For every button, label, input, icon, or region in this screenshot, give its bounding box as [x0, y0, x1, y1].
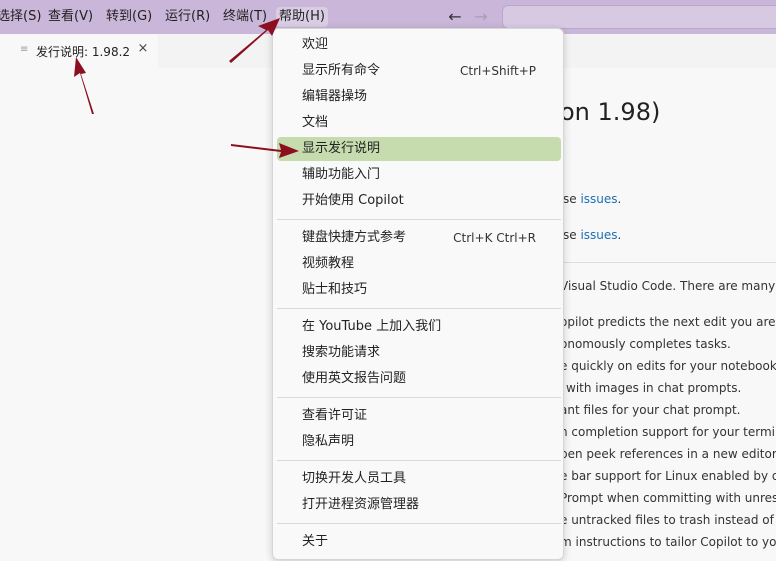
menu-item-about[interactable]: 关于: [277, 530, 561, 554]
menu-item-label: 隐私声明: [302, 434, 355, 449]
menu-separator: [277, 308, 561, 309]
menu-item-label: 打开进程资源管理器: [302, 497, 420, 512]
menu-help[interactable]: 帮助(H): [276, 7, 328, 27]
menu-item-label: 编辑器操场: [302, 89, 368, 104]
menu-separator: [277, 523, 561, 524]
doc-line: onomously completes tasks.: [560, 337, 731, 351]
menu-run[interactable]: 运行(R): [162, 7, 213, 27]
menu-item-open-process-explorer[interactable]: 打开进程资源管理器: [277, 493, 561, 517]
command-center-search[interactable]: [502, 5, 776, 29]
menu-item-label: 视频教程: [302, 256, 355, 271]
menu-item-label: 开始使用 Copilot: [302, 193, 404, 208]
issues-link[interactable]: issues: [580, 192, 617, 206]
menu-item-show-release-notes[interactable]: 显示发行说明: [277, 137, 561, 161]
doc-line: e untracked files to trash instead of d: [560, 513, 776, 527]
document-icon: ≡: [20, 44, 29, 55]
menu-item-documentation[interactable]: 文档: [277, 111, 561, 135]
menu-item-welcome[interactable]: 欢迎: [277, 33, 561, 57]
tab-label: 发行说明: 1.98.2: [36, 45, 131, 59]
doc-text: .: [617, 228, 622, 242]
menu-item-label: 文档: [302, 115, 329, 130]
menu-item-report-issue-english[interactable]: 使用英文报告问题: [277, 367, 561, 391]
menu-item-shortcut: Ctrl+Shift+P: [460, 64, 536, 78]
menu-separator: [277, 460, 561, 461]
menu-separator: [277, 219, 561, 220]
menu-item-label: 搜索功能请求: [302, 345, 381, 360]
doc-line: Prompt when committing with unreso: [560, 491, 776, 505]
menu-item-tips-and-tricks[interactable]: 贴士和技巧: [277, 278, 561, 302]
help-menu-dropdown: 欢迎 显示所有命令 Ctrl+Shift+P 编辑器操场 文档 显示发行说明 辅…: [272, 28, 564, 560]
menu-item-search-feature-requests[interactable]: 搜索功能请求: [277, 341, 561, 365]
doc-line: pen peek references in a new editor.: [560, 447, 776, 461]
menu-item-show-all-commands[interactable]: 显示所有命令 Ctrl+Shift+P: [277, 59, 561, 83]
issues-link[interactable]: issues: [580, 228, 617, 242]
menu-item-label: 显示所有命令: [302, 63, 381, 78]
close-icon[interactable]: ×: [136, 42, 150, 56]
menu-item-label: 使用英文报告问题: [302, 371, 407, 386]
arrow-left-icon[interactable]: ←: [445, 7, 465, 27]
menu-item-video-tutorials[interactable]: 视频教程: [277, 252, 561, 276]
menu-terminal[interactable]: 终端(T): [220, 7, 270, 27]
doc-line: se issues.: [563, 228, 621, 242]
doc-line: m instructions to tailor Copilot to you: [560, 535, 776, 549]
menu-item-view-license[interactable]: 查看许可证: [277, 404, 561, 428]
menu-item-label: 查看许可证: [302, 408, 368, 423]
menu-item-label: 在 YouTube 上加入我们: [302, 319, 442, 334]
arrow-right-icon[interactable]: →: [471, 7, 491, 27]
menu-separator: [277, 397, 561, 398]
menu-item-accessibility-walkthrough[interactable]: 辅助功能入门: [277, 163, 561, 187]
menu-go[interactable]: 转到(G): [103, 7, 155, 27]
menu-view[interactable]: 查看(V): [45, 7, 96, 27]
menu-item-editor-playground[interactable]: 编辑器操场: [277, 85, 561, 109]
doc-text: .: [617, 192, 622, 206]
doc-line: e bar support for Linux enabled by de: [560, 469, 776, 483]
doc-line: se issues.: [563, 192, 621, 206]
doc-line: opilot predicts the next edit you are l: [560, 315, 776, 329]
doc-line: h completion support for your termin: [560, 425, 776, 439]
menu-item-label: 切换开发人员工具: [302, 471, 407, 486]
menu-item-label: 贴士和技巧: [302, 282, 368, 297]
tab-release-notes[interactable]: ≡ 发行说明: 1.98.2 ×: [0, 34, 158, 68]
menu-item-shortcut: Ctrl+K Ctrl+R: [453, 231, 536, 245]
menu-item-join-youtube[interactable]: 在 YouTube 上加入我们: [277, 315, 561, 339]
menu-item-label: 欢迎: [302, 37, 329, 52]
doc-text: se: [563, 192, 581, 206]
menu-item-label: 显示发行说明: [302, 141, 381, 156]
menu-item-privacy-statement[interactable]: 隐私声明: [277, 430, 561, 454]
menu-item-toggle-developer-tools[interactable]: 切换开发人员工具: [277, 467, 561, 491]
page-title: on 1.98): [560, 98, 661, 126]
doc-text: se: [563, 228, 581, 242]
menu-item-label: 辅助功能入门: [302, 167, 381, 182]
doc-line: e quickly on edits for your notebooks.: [560, 359, 776, 373]
menu-item-label: 关于: [302, 534, 329, 549]
doc-line: ant files for your chat prompt.: [560, 403, 741, 417]
divider: [560, 262, 776, 263]
menu-item-label: 键盘快捷方式参考: [302, 230, 407, 245]
menu-item-keyboard-shortcuts-reference[interactable]: 键盘快捷方式参考 Ctrl+K Ctrl+R: [277, 226, 561, 250]
menu-item-get-started-copilot[interactable]: 开始使用 Copilot: [277, 189, 561, 213]
doc-line: Visual Studio Code. There are many up: [560, 279, 776, 293]
menu-selection[interactable]: 选择(S): [0, 7, 44, 27]
doc-line: with images in chat prompts.: [566, 381, 742, 395]
